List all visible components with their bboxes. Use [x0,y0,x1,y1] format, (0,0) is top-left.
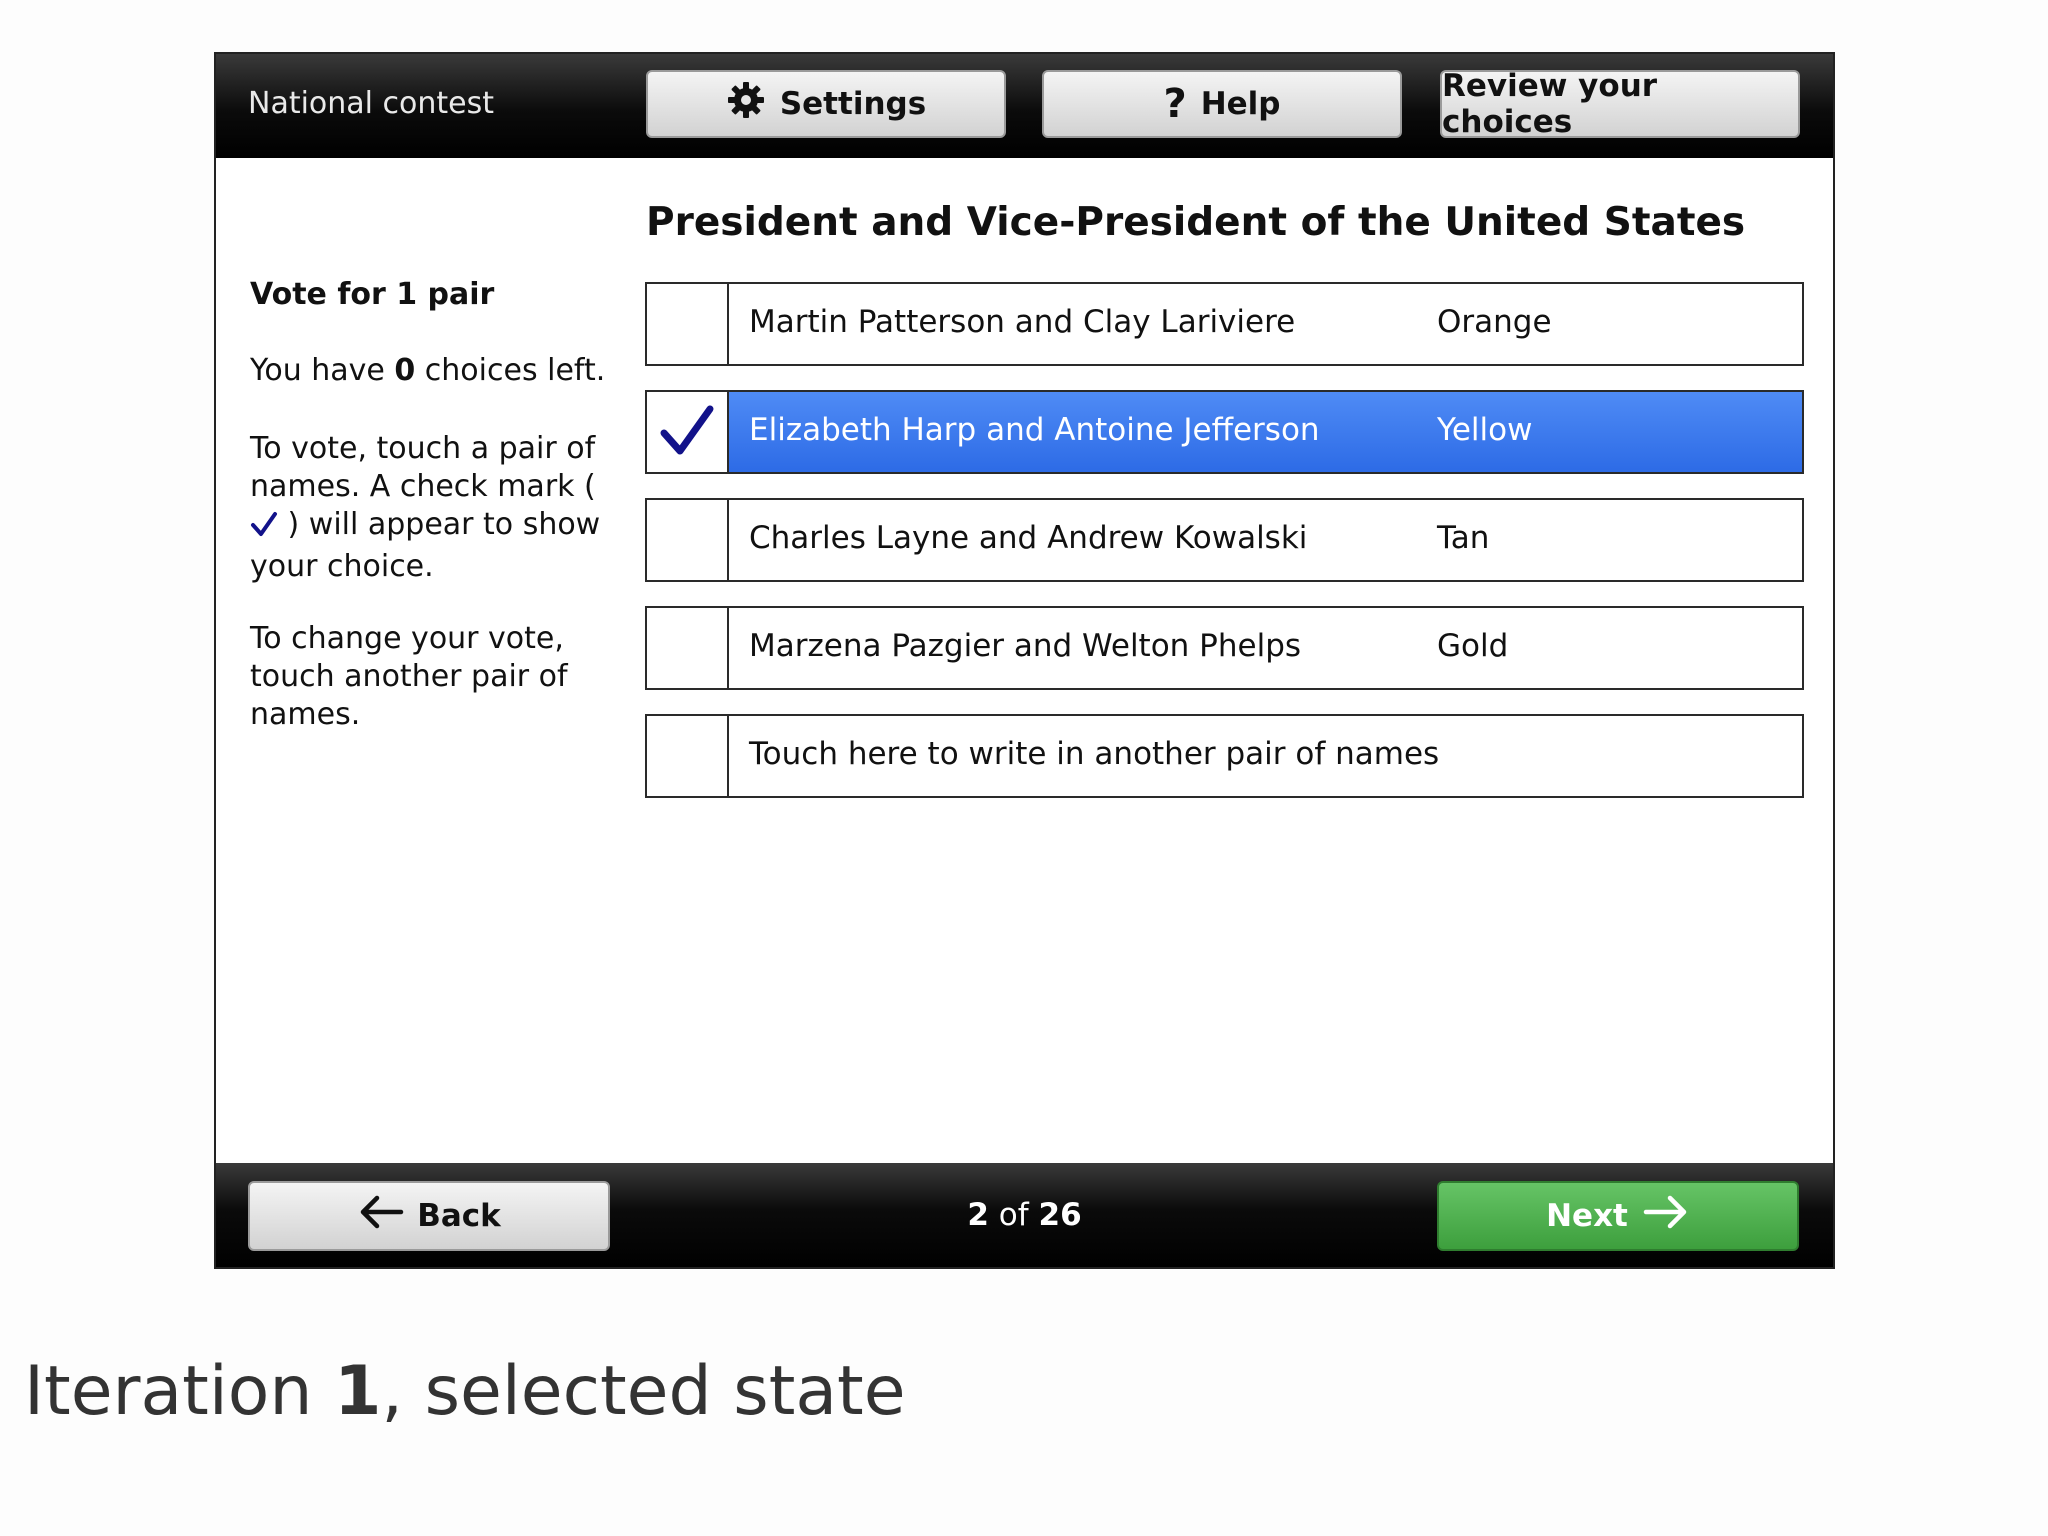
touch-instructions: To vote, touch a pair of names. A check … [250,431,601,584]
candidate-option[interactable]: Marzena Pazgier and Welton Phelps Gold [645,606,1804,690]
check-icon [658,401,716,463]
candidate-names: Marzena Pazgier and Welton Phelps [749,628,1302,664]
option-checkbox[interactable] [647,500,729,580]
contest-label: National contest [248,86,495,121]
candidate-option[interactable]: Charles Layne and Andrew Kowalski Tan [645,498,1804,582]
candidate-party: Orange [1437,304,1552,340]
option-checkbox[interactable] [647,716,729,796]
candidate-party: Gold [1437,628,1509,664]
check-icon [250,510,278,548]
candidate-option[interactable]: Martin Patterson and Clay Lariviere Oran… [645,282,1804,366]
review-label: Review your choices [1442,68,1658,140]
next-button[interactable]: Next [1437,1181,1799,1251]
arrow-right-icon [1642,1194,1690,1238]
settings-label: Settings [779,86,927,122]
candidate-party: Yellow [1437,412,1533,448]
next-label: Next [1546,1198,1628,1234]
choices-left-text: You have 0 choices left. [250,353,606,388]
caption: Iteration 1, selected state [24,1352,906,1431]
gear-icon [726,80,766,128]
ballot-screen: National contest Settings ? Help Review … [214,52,1835,1269]
candidate-names: Elizabeth Harp and Antoine Jefferson [749,412,1320,448]
change-instructions: To change your vote, touch another pair … [250,621,568,732]
option-checkbox[interactable] [647,284,729,364]
candidate-names: Charles Layne and Andrew Kowalski [749,520,1308,556]
help-label: Help [1200,86,1281,122]
option-checkbox[interactable] [647,392,729,472]
bottom-bar: Back 2 of 26 Next [216,1163,1833,1267]
contest-title: President and Vice-President of the Unit… [646,200,1746,245]
write-in-label: Touch here to write in another pair of n… [749,736,1440,772]
vote-for-label: Vote for 1 pair [250,277,495,312]
option-checkbox[interactable] [647,608,729,688]
choices-left-count: 0 [394,353,416,388]
candidate-party: Tan [1437,520,1490,556]
top-bar: National contest Settings ? Help Review … [216,54,1833,158]
review-choices-button[interactable]: Review your choices [1440,68,1800,140]
write-in-option[interactable]: Touch here to write in another pair of n… [645,714,1804,798]
candidate-option-selected[interactable]: Elizabeth Harp and Antoine Jefferson Yel… [645,390,1804,474]
help-icon: ? [1163,81,1187,127]
help-button[interactable]: ? Help [1042,70,1402,138]
candidate-names: Martin Patterson and Clay Lariviere [749,304,1296,340]
settings-button[interactable]: Settings [646,70,1006,138]
